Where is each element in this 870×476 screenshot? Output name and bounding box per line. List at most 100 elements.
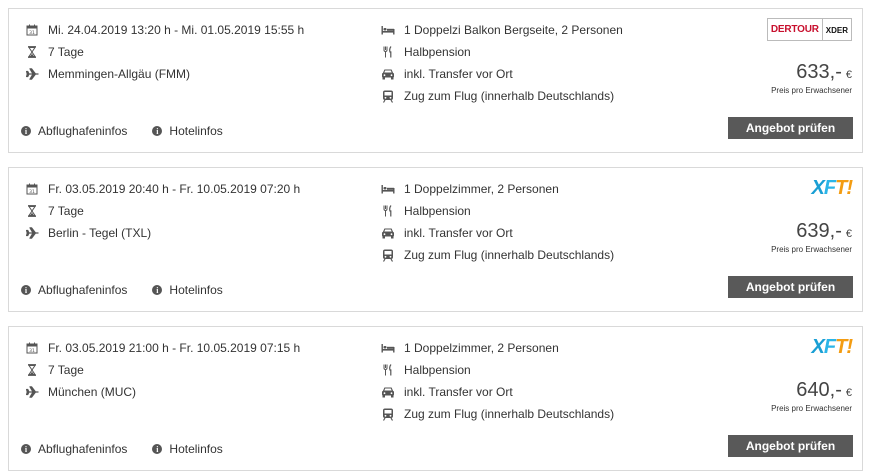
departure-airport-row: München (MUC) — [25, 381, 365, 403]
train-icon — [381, 248, 395, 262]
duration-row: 7 Tage — [25, 359, 365, 381]
departure-airport: München (MUC) — [48, 385, 137, 399]
bed-icon — [381, 182, 395, 196]
price-note: Preis pro Erwachsener — [771, 404, 852, 413]
board-type: Halbpension — [404, 363, 471, 377]
info-icon: i — [21, 126, 31, 136]
svg-text:31: 31 — [29, 348, 35, 354]
train-row: Zug zum Flug (innerhalb Deutschlands) — [381, 403, 681, 425]
transfer-row: inkl. Transfer vor Ort — [381, 222, 681, 244]
hotel-info-link[interactable]: i Hotelinfos — [152, 124, 223, 138]
transfer-info: inkl. Transfer vor Ort — [404, 67, 513, 81]
transfer-info: inkl. Transfer vor Ort — [404, 385, 513, 399]
price-note: Preis pro Erwachsener — [771, 245, 852, 254]
board-row: Halbpension — [381, 41, 681, 63]
xder-logo-text: XDER — [825, 25, 848, 35]
dertour-logo-text: DERTOUR — [768, 18, 823, 40]
airplane-icon — [25, 67, 39, 81]
car-icon — [381, 226, 395, 240]
offer-card: 31 Fr. 03.05.2019 20:40 h - Fr. 10.05.20… — [8, 167, 863, 312]
check-offer-button[interactable]: Angebot prüfen — [728, 276, 853, 298]
operator-logo-xft: XFT! — [811, 335, 853, 359]
transfer-row: inkl. Transfer vor Ort — [381, 63, 681, 85]
travel-details: 31 Fr. 03.05.2019 20:40 h - Fr. 10.05.20… — [25, 178, 365, 244]
info-icon: i — [152, 285, 163, 295]
duration: 7 Tage — [48, 204, 84, 218]
train-icon — [381, 89, 395, 103]
airport-info-link[interactable]: i Abflughafeninfos — [21, 283, 127, 297]
price-currency: € — [845, 387, 852, 399]
train-row: Zug zum Flug (innerhalb Deutschlands) — [381, 244, 681, 266]
departure-airport-row: Memmingen-Allgäu (FMM) — [25, 63, 365, 85]
hotel-info-label: Hotelinfos — [169, 124, 223, 138]
info-icon: i — [21, 285, 31, 295]
price-block: 640,- € Preis pro Erwachsener — [771, 379, 852, 413]
price: 639,- € — [771, 220, 852, 243]
hotel-details: 1 Doppelzi Balkon Bergseite, 2 Personen … — [381, 19, 681, 107]
train-info: Zug zum Flug (innerhalb Deutschlands) — [404, 407, 615, 421]
departure-airport: Berlin - Tegel (TXL) — [48, 226, 152, 240]
board-type: Halbpension — [404, 45, 471, 59]
duration-row: 7 Tage — [25, 41, 365, 63]
room-row: 1 Doppelzimmer, 2 Personen — [381, 178, 681, 200]
xft-logo: XFT! — [811, 335, 853, 358]
airport-info-label: Abflughafeninfos — [38, 442, 128, 456]
airport-info-link[interactable]: i Abflughafeninfos — [21, 124, 127, 138]
info-links: i Abflughafeninfos i Hotelinfos — [21, 283, 248, 297]
info-icon: i — [152, 444, 163, 454]
departure-airport-row: Berlin - Tegel (TXL) — [25, 222, 365, 244]
info-links: i Abflughafeninfos i Hotelinfos — [21, 442, 248, 456]
hourglass-icon — [25, 363, 39, 377]
duration-row: 7 Tage — [25, 200, 365, 222]
airport-info-link[interactable]: i Abflughafeninfos — [21, 442, 127, 456]
check-offer-button[interactable]: Angebot prüfen — [728, 117, 853, 139]
room-row: 1 Doppelzi Balkon Bergseite, 2 Personen — [381, 19, 681, 41]
price-block: 639,- € Preis pro Erwachsener — [771, 220, 852, 254]
offer-card: 31 Mi. 24.04.2019 13:20 h - Mi. 01.05.20… — [8, 8, 863, 153]
check-offer-button[interactable]: Angebot prüfen — [728, 435, 853, 457]
airport-info-label: Abflughafeninfos — [38, 124, 128, 138]
calendar-icon: 31 — [25, 23, 39, 37]
travel-dates: Fr. 03.05.2019 20:40 h - Fr. 10.05.2019 … — [48, 182, 301, 196]
price: 633,- € — [771, 61, 852, 84]
travel-dates-row: 31 Mi. 24.04.2019 13:20 h - Mi. 01.05.20… — [25, 19, 365, 41]
duration: 7 Tage — [48, 363, 84, 377]
price-note: Preis pro Erwachsener — [771, 86, 852, 95]
cutlery-icon — [381, 204, 395, 218]
price-value: 633,- — [796, 61, 842, 83]
price-currency: € — [845, 228, 852, 240]
train-icon — [381, 407, 395, 421]
car-icon — [381, 385, 395, 399]
price-value: 639,- — [796, 220, 842, 242]
travel-details: 31 Fr. 03.05.2019 21:00 h - Fr. 10.05.20… — [25, 337, 365, 403]
operator-logo-dertour: DERTOUR XDER — [766, 17, 852, 41]
airport-info-label: Abflughafeninfos — [38, 283, 128, 297]
hourglass-icon — [25, 45, 39, 59]
room-type: 1 Doppelzi Balkon Bergseite, 2 Personen — [404, 23, 623, 37]
airplane-icon — [25, 226, 39, 240]
price-value: 640,- — [796, 379, 842, 401]
train-info: Zug zum Flug (innerhalb Deutschlands) — [404, 248, 615, 262]
travel-dates: Mi. 24.04.2019 13:20 h - Mi. 01.05.2019 … — [48, 23, 305, 37]
cutlery-icon — [381, 45, 395, 59]
hotel-details: 1 Doppelzimmer, 2 Personen Halbpension i… — [381, 178, 681, 266]
duration: 7 Tage — [48, 45, 84, 59]
cutlery-icon — [381, 363, 395, 377]
info-icon: i — [152, 126, 163, 136]
info-links: i Abflughafeninfos i Hotelinfos — [21, 124, 248, 138]
offer-card: 31 Fr. 03.05.2019 21:00 h - Fr. 10.05.20… — [8, 326, 863, 471]
info-icon: i — [21, 444, 31, 454]
travel-details: 31 Mi. 24.04.2019 13:20 h - Mi. 01.05.20… — [25, 19, 365, 85]
transfer-info: inkl. Transfer vor Ort — [404, 226, 513, 240]
price: 640,- € — [771, 379, 852, 402]
hotel-details: 1 Doppelzimmer, 2 Personen Halbpension i… — [381, 337, 681, 425]
hotel-info-link[interactable]: i Hotelinfos — [152, 442, 223, 456]
hourglass-icon — [25, 204, 39, 218]
travel-dates-row: 31 Fr. 03.05.2019 21:00 h - Fr. 10.05.20… — [25, 337, 365, 359]
travel-dates: Fr. 03.05.2019 21:00 h - Fr. 10.05.2019 … — [48, 341, 301, 355]
bed-icon — [381, 23, 395, 37]
hotel-info-label: Hotelinfos — [169, 283, 223, 297]
hotel-info-link[interactable]: i Hotelinfos — [152, 283, 223, 297]
operator-logo-xft: XFT! — [811, 176, 853, 200]
xft-logo: XFT! — [811, 176, 853, 199]
